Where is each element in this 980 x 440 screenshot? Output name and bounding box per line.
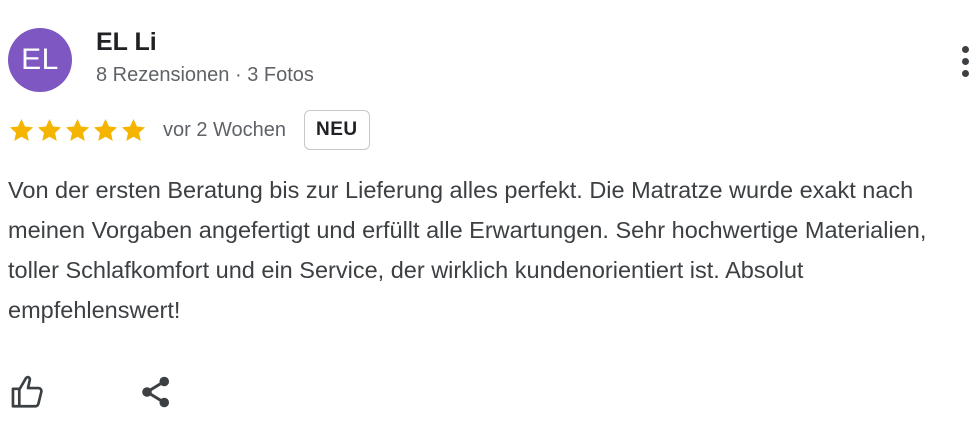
review-card: EL EL Li 8 Rezensionen · 3 Fotos vor 2 W… — [0, 0, 980, 440]
more-vert-icon — [961, 45, 969, 53]
more-vert-icon-dot — [961, 57, 969, 65]
star-icon — [37, 118, 62, 141]
more-options-button[interactable] — [950, 38, 980, 84]
author-meta: 8 Rezensionen · 3 Fotos — [96, 64, 314, 86]
share-button[interactable] — [136, 372, 176, 412]
review-date: vor 2 Wochen — [163, 118, 287, 141]
like-button[interactable] — [8, 372, 48, 412]
more-vert-icon-dot — [961, 69, 969, 77]
star-icon — [121, 118, 146, 141]
thumb-up-icon — [11, 375, 43, 408]
star-icon — [65, 118, 90, 141]
star-rating — [8, 117, 148, 144]
new-badge: NEU — [304, 110, 370, 150]
rating-row: vor 2 Wochen NEU — [8, 110, 370, 150]
avatar[interactable]: EL — [8, 28, 72, 92]
share-icon — [142, 376, 170, 408]
review-text: Von der ersten Beratung bis zur Lieferun… — [8, 177, 927, 323]
star-icon — [93, 118, 118, 141]
star-icon — [9, 118, 34, 141]
author-name[interactable]: EL Li — [96, 28, 157, 57]
avatar-initials: EL — [21, 43, 59, 76]
